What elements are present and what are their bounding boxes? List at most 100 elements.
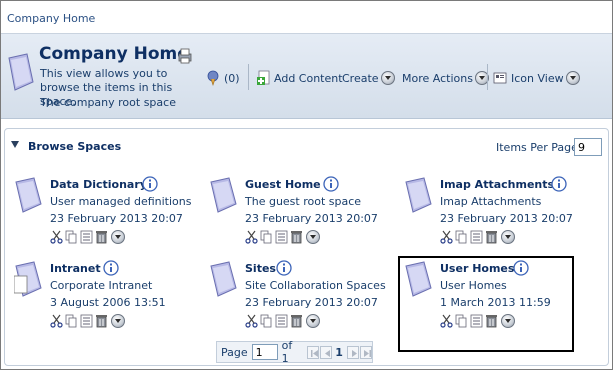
chevron-down-icon [380,71,395,85]
page-label: Page [221,345,248,359]
details-icon[interactable] [470,230,483,244]
items-per-page-input[interactable] [574,138,602,156]
more-actions-icon[interactable] [306,314,320,328]
current-page-number: 1 [335,345,343,359]
copy-icon[interactable] [65,230,78,244]
info-icon[interactable] [276,260,292,276]
info-icon[interactable] [323,176,339,192]
delete-icon[interactable] [95,230,108,244]
copy-icon[interactable] [65,314,78,328]
space-modified-date: 23 February 2013 20:07 [440,212,573,225]
space-item[interactable]: Imap Attachments Imap Attachments 23 Feb… [404,176,594,256]
details-icon[interactable] [275,314,288,328]
rss-feed[interactable]: (0) [206,70,240,86]
space-modified-date: 23 February 2013 20:07 [50,212,183,225]
toolbar-divider [248,64,249,90]
first-page-button[interactable] [307,345,320,359]
space-icon [8,53,34,91]
next-page-icon [351,349,357,357]
browse-spaces-title: Browse Spaces [28,140,122,153]
delete-icon[interactable] [290,230,303,244]
page-number-input[interactable] [251,344,278,360]
space-modified-date: 23 February 2013 20:07 [245,212,378,225]
space-item[interactable]: Guest Home The guest root space 23 Febru… [209,176,399,256]
space-document-icon [14,261,42,297]
space-description: The guest root space [245,195,362,208]
more-actions-icon[interactable] [501,230,515,244]
breadcrumb: Company Home [1,1,612,34]
space-folder-icon [210,177,237,213]
details-icon[interactable] [275,230,288,244]
space-actions [245,313,320,329]
add-content-button[interactable]: Add Content [256,70,343,86]
more-actions-label: More Actions [402,71,473,85]
space-actions [50,313,125,329]
space-name-link[interactable]: Data Dictionary [50,178,147,191]
space-actions [245,229,320,245]
space-description: User managed definitions [50,195,192,208]
previous-page-button[interactable] [320,345,333,359]
breadcrumb-company-home[interactable]: Company Home [7,12,95,25]
info-icon[interactable] [551,176,567,192]
space-root-description: The company root space [40,96,176,109]
toolbar-divider [487,64,488,90]
space-actions [50,229,125,245]
chevron-down-icon [565,71,580,85]
cut-icon[interactable] [440,230,453,244]
delete-icon[interactable] [290,314,303,328]
page-title: Company Home [39,44,189,64]
more-actions-icon[interactable] [306,230,320,244]
space-item[interactable]: Sites Site Collaboration Spaces 23 Febru… [209,260,399,340]
add-content-icon [257,70,270,85]
items-per-page-label: Items Per Page [496,141,578,154]
info-icon[interactable] [142,176,158,192]
copy-icon[interactable] [260,230,273,244]
space-item[interactable]: Intranet Corporate Intranet 3 August 200… [14,260,204,340]
space-folder-icon [405,177,432,213]
pagination: Page of 1 1 [216,339,373,365]
more-actions-menu[interactable]: More Actions [402,70,489,86]
space-header: Company Home This view allows you to bro… [1,34,612,119]
cut-icon[interactable] [245,230,258,244]
space-modified-date: 23 February 2013 20:07 [245,296,378,309]
space-folder-icon [15,177,42,213]
browse-spaces-header: Browse Spaces Items Per Page [5,129,608,161]
print-icon[interactable] [177,48,193,64]
cut-icon[interactable] [245,314,258,328]
page-count-label: of 1 [281,339,293,365]
icon-view-icon [493,72,507,84]
space-name-link[interactable]: Imap Attachments [440,178,554,191]
previous-page-icon [325,349,331,357]
cut-icon[interactable] [50,230,63,244]
space-description: Site Collaboration Spaces [245,279,386,292]
details-icon[interactable] [80,314,93,328]
rss-icon [207,70,219,86]
create-label: Create [342,71,379,85]
space-name-link[interactable]: Sites [245,262,276,275]
rss-count: (0) [224,71,240,85]
view-mode-menu[interactable]: Icon View [493,70,580,86]
more-actions-icon[interactable] [111,230,125,244]
collapse-toggle-icon[interactable] [11,141,19,148]
space-item[interactable]: Data Dictionary User managed definitions… [14,176,204,256]
last-page-button[interactable] [359,345,373,359]
next-page-button[interactable] [346,345,359,359]
create-menu[interactable]: Create [342,70,395,86]
cut-icon[interactable] [50,314,63,328]
space-name-link[interactable]: Intranet [50,262,101,275]
delete-icon[interactable] [485,230,498,244]
copy-icon[interactable] [455,230,468,244]
details-icon[interactable] [80,230,93,244]
space-description: Imap Attachments [440,195,542,208]
last-page-icon [363,349,371,357]
info-icon[interactable] [103,260,119,276]
first-page-icon [311,349,318,357]
space-description: Corporate Intranet [50,279,153,292]
space-folder-icon [210,261,237,297]
add-content-label: Add Content [274,71,343,85]
more-actions-icon[interactable] [111,314,125,328]
view-label: Icon View [511,71,564,85]
delete-icon[interactable] [95,314,108,328]
space-name-link[interactable]: Guest Home [245,178,321,191]
copy-icon[interactable] [260,314,273,328]
